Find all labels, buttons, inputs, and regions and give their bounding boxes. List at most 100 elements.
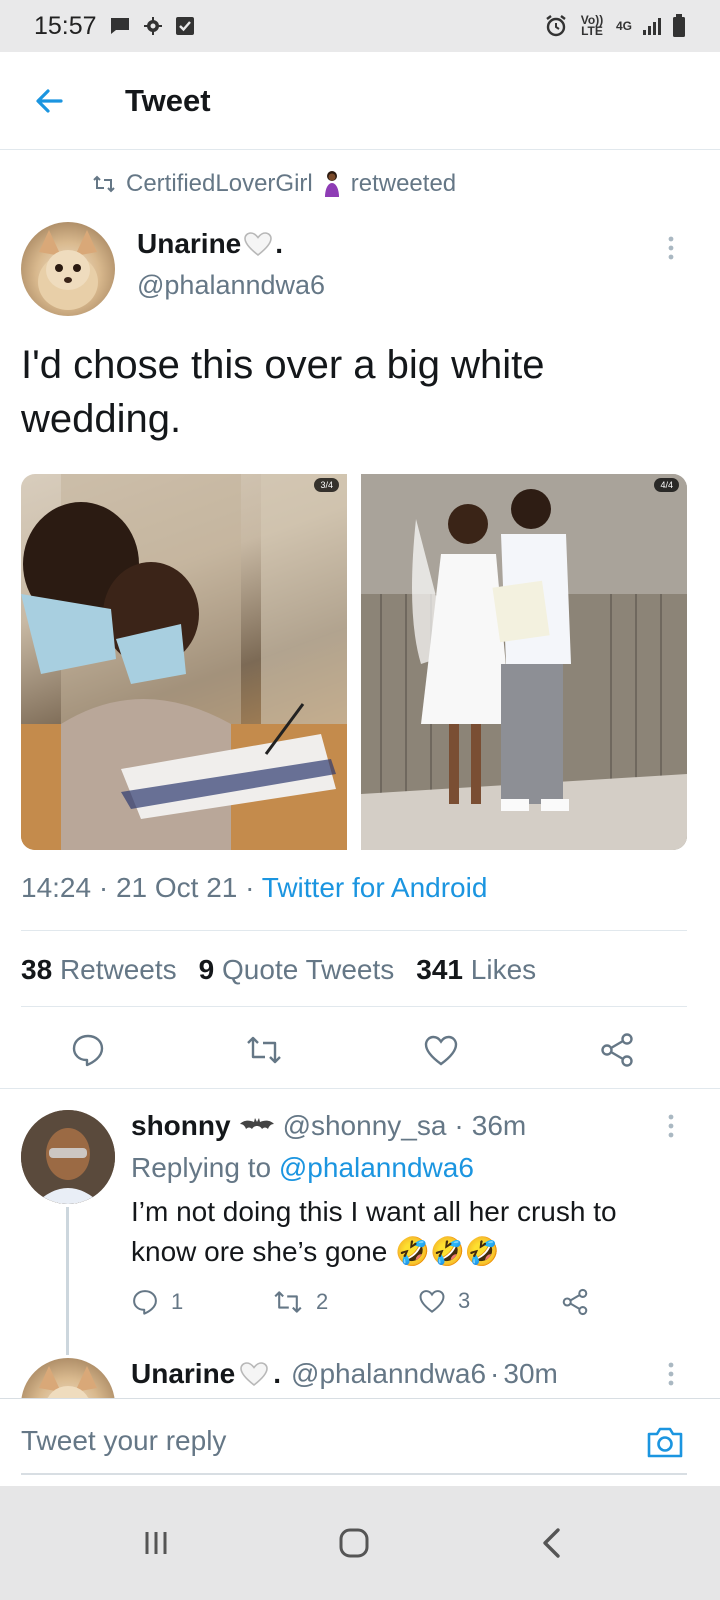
more-vertical-icon	[668, 1362, 674, 1386]
media-photo-couple[interactable]: 4/4	[361, 474, 687, 850]
bat-icon	[239, 1118, 274, 1129]
separator-dot: ·	[490, 1358, 500, 1389]
reply-retweet-button[interactable]: 2	[272, 1288, 328, 1316]
recent-apps-button[interactable]	[121, 1508, 191, 1578]
reply-author-name[interactable]: shonny	[131, 1110, 231, 1142]
chat-icon	[109, 16, 131, 36]
retweet-icon	[247, 1036, 281, 1064]
retweet-button[interactable]	[244, 1030, 284, 1070]
reply-header[interactable]: shonny @shonny_sa · 36m	[131, 1110, 526, 1142]
signal-icon	[642, 16, 662, 36]
share-button[interactable]	[597, 1030, 637, 1070]
home-button[interactable]	[319, 1508, 389, 1578]
camera-button[interactable]	[644, 1421, 686, 1463]
retweets-count: 38	[21, 954, 53, 985]
author-name-suffix: .	[275, 228, 284, 259]
retweet-count: 2	[316, 1289, 329, 1314]
reply-like-button[interactable]: 3	[418, 1288, 470, 1314]
quotes-stat[interactable]: 9 Quote Tweets	[199, 954, 395, 986]
arrow-left-icon	[36, 88, 63, 113]
chevron-left-icon	[543, 1528, 560, 1558]
more-vertical-icon	[668, 236, 674, 260]
retweet-icon	[274, 1291, 302, 1313]
checkbox-icon	[175, 16, 195, 36]
recents-icon	[145, 1532, 167, 1554]
reply-button[interactable]	[68, 1030, 108, 1070]
author-info[interactable]: Unarine . @phalanndwa6	[137, 228, 325, 301]
retweet-icon	[93, 175, 115, 193]
app-header: Tweet	[0, 52, 720, 150]
home-icon	[339, 1528, 369, 1558]
tweet-stats: 38 Retweets 9 Quote Tweets 341 Likes	[21, 954, 536, 986]
reply-icon	[133, 1290, 157, 1315]
reply2-author-name[interactable]: Unarine	[131, 1358, 235, 1390]
retweeted-label: retweeted	[350, 170, 457, 197]
reply2-name-suffix: .	[273, 1358, 282, 1389]
media-photo-signing[interactable]: 3/4	[21, 474, 347, 850]
back-nav-button[interactable]	[517, 1508, 587, 1578]
divider	[21, 930, 687, 931]
alarm-icon	[544, 14, 568, 38]
likes-label: Likes	[470, 954, 537, 985]
tweet-media: 3/4 4/4	[21, 474, 687, 850]
reply2-more-button[interactable]	[659, 1354, 683, 1394]
reply-more-button[interactable]	[659, 1106, 683, 1146]
thread-line	[66, 1207, 69, 1355]
author-name[interactable]: Unarine	[137, 228, 241, 260]
replying-to-link[interactable]: @phalanndwa6	[279, 1152, 474, 1183]
retweets-stat[interactable]: 38 Retweets	[21, 954, 177, 986]
reply-share-button[interactable]	[561, 1288, 589, 1316]
replying-prefix: Replying to	[131, 1152, 272, 1183]
tweet-actions	[0, 1020, 720, 1078]
white-heart-icon	[240, 1362, 269, 1387]
tweet-time: 14:24	[21, 872, 92, 903]
quotes-label: Quote Tweets	[222, 954, 395, 985]
signal-label: 4G	[615, 19, 632, 33]
back-button[interactable]	[19, 71, 79, 131]
retweets-label: Retweets	[59, 954, 177, 985]
reply-author-handle: @shonny_sa	[282, 1110, 447, 1141]
heart-icon	[424, 1035, 458, 1066]
more-vertical-icon	[668, 1114, 674, 1138]
replying-to: Replying to @phalanndwa6	[131, 1152, 474, 1184]
reply-age: 36m	[471, 1110, 527, 1141]
media-counter-badge: 4/4	[654, 478, 679, 492]
reply-text: I’m not doing this I want all her crush …	[131, 1196, 617, 1267]
share-icon	[601, 1033, 633, 1067]
page-title: Tweet	[125, 82, 211, 118]
gear-icon	[143, 16, 163, 36]
reply2-author-handle: @phalanndwa6	[291, 1358, 487, 1389]
white-heart-icon	[244, 232, 273, 257]
reply-count: 1	[171, 1289, 184, 1314]
media-counter-badge: 3/4	[314, 478, 339, 492]
tweet-timestamp: 14:24 · 21 Oct 21 · Twitter for Android	[21, 872, 488, 903]
camera-icon	[647, 1427, 683, 1458]
reply-input[interactable]	[21, 1415, 631, 1467]
share-icon	[562, 1288, 588, 1316]
battery-icon	[672, 14, 686, 38]
author-avatar[interactable]	[21, 222, 115, 316]
likes-stat[interactable]: 341 Likes	[416, 954, 536, 986]
system-nav-bar	[0, 1486, 720, 1600]
reply-reply-button[interactable]: 1	[131, 1288, 183, 1316]
heart-icon	[419, 1290, 445, 1313]
reply-actions: 1 2 3	[131, 1288, 611, 1322]
tweet-date: 21 Oct 21	[115, 872, 238, 903]
reply-author-avatar[interactable]	[21, 1110, 115, 1204]
like-button[interactable]	[421, 1030, 461, 1070]
tweet-source-link[interactable]: Twitter for Android	[262, 872, 488, 903]
divider	[0, 1088, 720, 1089]
reply2-age: 30m	[503, 1358, 558, 1389]
retweeter-name[interactable]: CertifiedLoverGirl	[126, 170, 313, 198]
divider	[21, 1006, 687, 1007]
retweeted-by[interactable]: CertifiedLoverGirl retweeted	[92, 170, 456, 198]
quotes-count: 9	[198, 954, 215, 985]
network-label: Vo)) LTE	[580, 13, 604, 38]
like-count: 3	[458, 1288, 471, 1313]
tweet-more-button[interactable]	[659, 228, 683, 268]
status-bar: 15:57 Vo)) LTE 4G	[0, 0, 720, 52]
reply-icon	[72, 1034, 104, 1067]
reply-composer	[0, 1398, 720, 1486]
composer-underline	[21, 1473, 687, 1475]
reply2-header[interactable]: Unarine . @phalanndwa6 · 30m	[131, 1358, 558, 1390]
